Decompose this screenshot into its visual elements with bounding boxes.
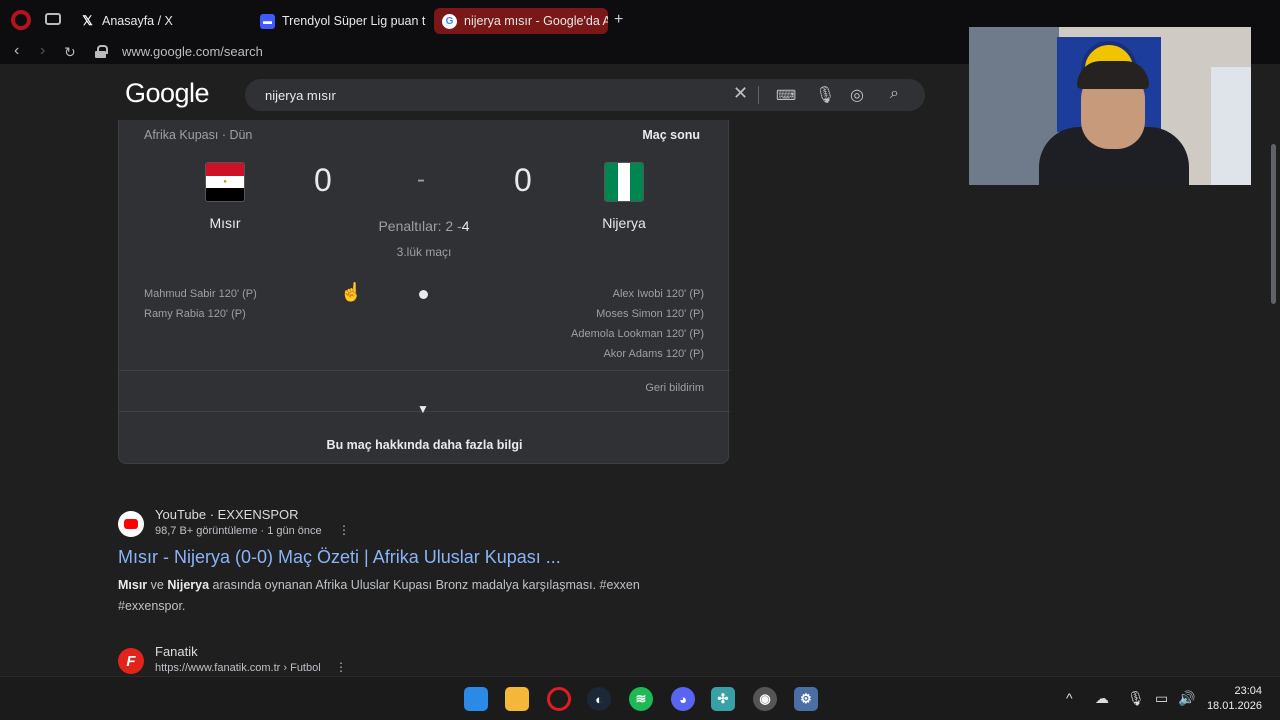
search-input[interactable]: nijerya mısır	[265, 88, 336, 103]
trendyol-icon: ▬	[260, 13, 275, 29]
egypt-flag-icon[interactable]: ●	[205, 162, 245, 202]
result-meta: 98,7 B+ görüntüleme · 1 gün önce	[155, 525, 322, 537]
person-hair	[1077, 61, 1149, 89]
more-info-link[interactable]: Bu maç hakkında daha fazla bilgi	[119, 438, 730, 452]
scroll-thumb[interactable]	[1271, 144, 1276, 304]
obs-icon[interactable]: ◉	[753, 687, 777, 711]
discord-icon[interactable]: ◕	[671, 687, 695, 711]
result-source[interactable]: YouTube · EXXENSPOR	[155, 507, 299, 522]
tab-trendyol[interactable]: ▬ Trendyol Süper Lig puan t	[252, 8, 432, 34]
tab-x[interactable]: 𝕏 Anasayfa / X	[72, 8, 252, 34]
lock-icon	[95, 45, 108, 58]
divider	[758, 86, 759, 104]
windows-taskbar: ◐ ≋ ◕ ✣ ◉ ⚙ ^ ☁ 🎙 ▭ 🔊 23:04 18.01.2026	[0, 676, 1280, 720]
more-options-icon[interactable]: ⋮	[335, 660, 347, 674]
page-scrollbar[interactable]	[1268, 64, 1280, 676]
new-tab-button[interactable]: +	[614, 11, 623, 29]
result-snippet: Mısır ve Nijerya arasında oynanan Afrika…	[118, 578, 640, 613]
fanatik-icon: F	[118, 648, 144, 674]
back-icon[interactable]: ‹	[14, 42, 19, 60]
x-icon: 𝕏	[82, 13, 93, 28]
away-scorer: Alex Iwobi 120' (P)	[612, 288, 704, 300]
tab-label: Trendyol Süper Lig puan t	[282, 14, 426, 28]
penalties-label: Penaltılar: 2 -	[378, 218, 462, 234]
match-stage: 3.lük maçı	[396, 245, 452, 259]
spotify-icon[interactable]: ≋	[629, 687, 653, 711]
settings-icon[interactable]: ⚙	[794, 687, 818, 711]
away-scorer: Moses Simon 120' (P)	[596, 308, 704, 320]
opera-taskbar-icon[interactable]	[547, 687, 571, 711]
webcam-overlay	[969, 27, 1251, 185]
bed	[1211, 67, 1251, 185]
away-scorer: Ademola Lookman 120' (P)	[571, 328, 704, 340]
system-clock[interactable]: 23:04 18.01.2026	[1207, 684, 1262, 714]
tab-manager-icon[interactable]	[45, 13, 61, 25]
home-scorer: Ramy Rabia 120' (P)	[144, 308, 246, 320]
tab-google-active[interactable]: G nijerya mısır - Google'da A	[434, 8, 608, 34]
chevron-down-icon[interactable]: ▼	[417, 402, 429, 416]
clear-icon[interactable]: ✕	[733, 83, 748, 104]
feedback-link[interactable]: Geri bildirim	[645, 382, 704, 394]
microphone-icon[interactable]: 🎙	[815, 85, 835, 105]
penalties: Penaltılar: 2 -4	[369, 218, 479, 234]
chevron-up-icon[interactable]: ^	[1066, 690, 1073, 706]
clock-date: 18.01.2026	[1206, 700, 1262, 712]
more-options-icon[interactable]: ⋮	[338, 523, 350, 537]
tab-label: nijerya mısır - Google'da A	[464, 14, 608, 28]
reload-icon[interactable]: ↻	[64, 44, 76, 61]
network-icon[interactable]: ▭	[1155, 690, 1168, 707]
away-score: 0	[514, 162, 532, 198]
url-field[interactable]: www.google.com/search	[122, 44, 263, 59]
opera-logo-icon[interactable]	[11, 10, 31, 30]
penalties-away: 4	[461, 218, 470, 234]
lens-icon[interactable]: ◎	[850, 85, 864, 105]
youtube-icon	[118, 511, 144, 537]
match-status: Maç sonu	[642, 128, 700, 142]
google-logo[interactable]: Google	[125, 78, 210, 109]
tab-label: Anasayfa / X	[102, 14, 173, 28]
forward-icon[interactable]: ›	[40, 42, 45, 60]
windows-start-icon[interactable]	[464, 687, 488, 711]
result-title-link[interactable]: Mısır - Nijerya (0-0) Maç Özeti | Afrika…	[118, 547, 561, 568]
clock-time: 23:04	[1234, 685, 1262, 697]
away-scorer: Akor Adams 120' (P)	[603, 348, 704, 360]
result-url[interactable]: https://www.fanatik.com.tr › Futbol	[155, 662, 321, 674]
score-separator: -	[417, 166, 425, 193]
keyboard-icon[interactable]: ⌨	[776, 87, 796, 104]
app-icon[interactable]: ✣	[711, 687, 735, 711]
volume-icon[interactable]: 🔊	[1178, 690, 1195, 707]
google-icon: G	[442, 13, 457, 29]
soccer-ball-icon	[419, 290, 428, 299]
result-source[interactable]: Fanatik	[155, 644, 198, 659]
away-team-name[interactable]: Nijerya	[564, 215, 684, 231]
microphone-tray-icon[interactable]: 🎙	[1127, 690, 1145, 707]
match-card: Afrika Kupası · Dün Maç sonu ● Mısır 0 -…	[118, 120, 730, 464]
file-explorer-icon[interactable]	[505, 687, 529, 711]
home-scorer: Mahmud Sabir 120' (P)	[144, 288, 257, 300]
search-icon[interactable]: ⌕	[890, 85, 899, 103]
nigeria-flag-icon[interactable]	[604, 162, 644, 202]
cloud-off-icon[interactable]: ☁	[1095, 690, 1109, 707]
match-league: Afrika Kupası · Dün	[144, 128, 253, 142]
hand-cursor-icon: ☝	[340, 282, 363, 302]
home-score: 0	[314, 162, 332, 198]
home-team-name[interactable]: Mısır	[165, 215, 285, 231]
steam-icon[interactable]: ◐	[587, 687, 611, 711]
divider	[119, 370, 730, 371]
search-box[interactable]: nijerya mısır ✕ ⌨ 🎙 ◎ ⌕	[245, 79, 925, 111]
